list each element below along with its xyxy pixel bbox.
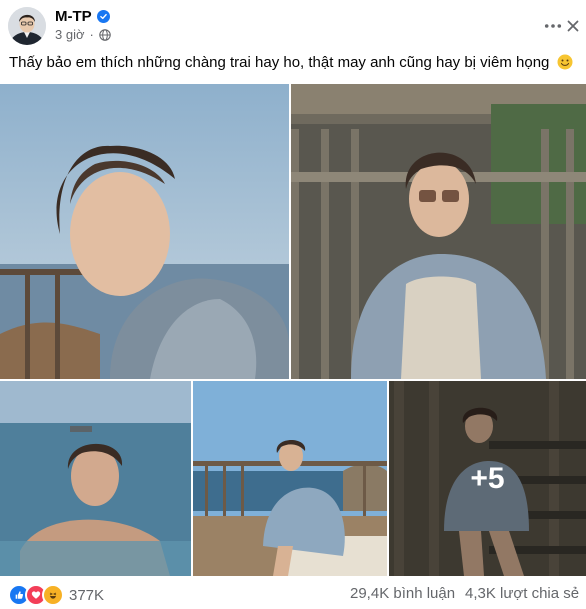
author-row: M-TP <box>55 6 110 26</box>
comment-count-link[interactable]: 29,4K bình luận <box>350 585 455 602</box>
meta-separator: · <box>89 27 94 42</box>
reaction-summary[interactable]: 377K <box>8 584 104 606</box>
post-time[interactable]: 3 giờ <box>55 27 85 42</box>
share-count-link[interactable]: 4,3K lượt chia sẻ <box>465 585 579 602</box>
facebook-post: M-TP 3 giờ · Thấy bảo em thích những chà… <box>0 0 586 609</box>
haha-reaction-icon <box>42 584 64 606</box>
more-photos-overlay[interactable]: +5 <box>389 381 586 576</box>
caption-text: Thấy bảo em thích những chàng trai hay h… <box>9 54 550 71</box>
verified-badge-icon <box>96 9 110 23</box>
post-photo-1[interactable] <box>0 84 289 379</box>
post-photo-3[interactable] <box>0 381 191 576</box>
smiley-emoji-icon <box>557 54 573 70</box>
post-photo-2[interactable] <box>291 84 586 379</box>
post-caption: Thấy bảo em thích những chàng trai hay h… <box>9 54 573 71</box>
author-name[interactable]: M-TP <box>55 8 92 25</box>
author-avatar[interactable] <box>8 7 46 45</box>
post-photo-4[interactable] <box>193 381 387 576</box>
close-icon[interactable] <box>562 14 584 38</box>
reaction-count: 377K <box>69 586 105 604</box>
globe-icon[interactable] <box>99 28 111 41</box>
more-photos-count: +5 <box>470 461 505 495</box>
post-meta: 3 giờ · <box>55 27 111 42</box>
